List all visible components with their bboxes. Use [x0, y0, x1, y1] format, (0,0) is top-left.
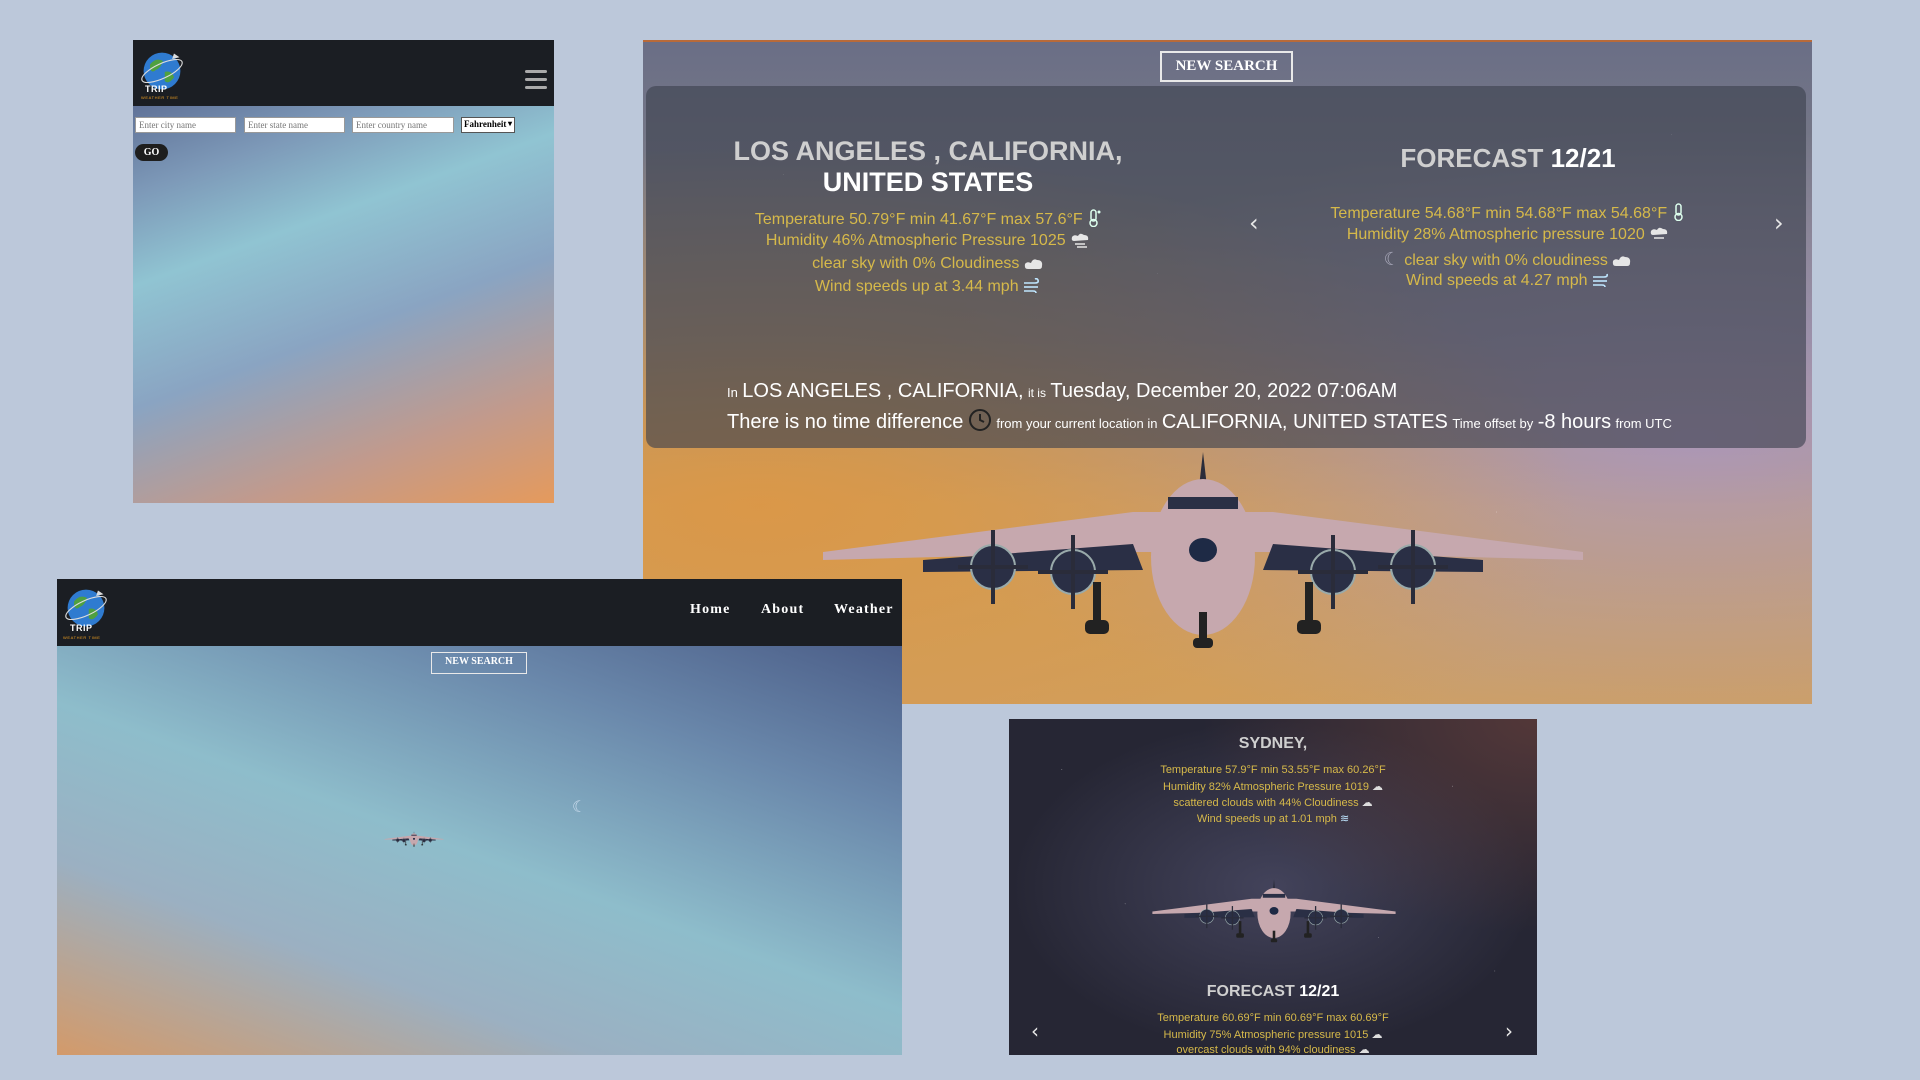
unit-select[interactable]: Fahrenheit ▾ [461, 117, 515, 133]
cloud-icon [1024, 259, 1042, 269]
sydney-forecast-title: FORECAST 12/21 [1009, 983, 1537, 1001]
hamburger-icon[interactable] [525, 70, 547, 89]
forecast-wind: Wind speeds at 4.27 mph [1308, 272, 1708, 290]
forecast-temperature: Temperature 54.68°F min 54.68°F max 54.6… [1308, 203, 1708, 223]
cloud-icon [1613, 256, 1631, 266]
airplane [1146, 869, 1402, 954]
nav-about-link[interactable]: About [761, 602, 804, 618]
forecast-humidity: Humidity 28% Atmospheric pressure 1020 [1308, 226, 1708, 244]
chevron-left-icon[interactable]: ‹ [1249, 209, 1259, 237]
current-wind-text: Wind speeds up at 3.44 mph [814, 278, 1019, 295]
current-temperature: Temperature 50.79°F min 41.67°F max 57.6… [688, 209, 1168, 229]
logo-text: TRIP [145, 84, 168, 94]
state-input[interactable] [244, 117, 345, 133]
forecast-temperature-text: Temperature 54.68°F min 54.68°F max 54.6… [1330, 205, 1668, 222]
current-city-title: LOS ANGELES , CALIFORNIA, UNITED STATES [688, 136, 1168, 198]
cloud-rain-icon [1071, 233, 1089, 248]
chevron-right-icon[interactable]: › [1774, 209, 1784, 237]
forecast-label: FORECAST [1400, 143, 1544, 173]
current-humidity: Humidity 46% Atmospheric Pressure 1025 [688, 232, 1168, 250]
sydney-forecast-sky-text: overcast clouds with 94% cloudiness [1176, 1044, 1356, 1055]
time-location: LOS ANGELES , CALIFORNIA, [742, 380, 1024, 402]
sydney-sky: scattered clouds with 44% Cloudiness ☁ [1009, 796, 1537, 809]
current-sky: clear sky with 0% Cloudiness [688, 255, 1168, 273]
chevron-left-icon[interactable]: ‹ [1031, 1019, 1039, 1043]
city-input[interactable] [135, 117, 236, 133]
from-utc: from UTC [1615, 416, 1672, 431]
logo-subtext: WEATHER TIME [63, 635, 101, 640]
cloud-icon: ☁ [1358, 1044, 1370, 1055]
forecast-title: FORECAST 12/21 [1348, 143, 1668, 174]
logo-subtext: WEATHER TIME [141, 95, 179, 100]
forecast-humidity-text: Humidity 28% Atmospheric pressure 1020 [1346, 226, 1645, 243]
forecast-wind-text: Wind speeds at 4.27 mph [1406, 272, 1588, 289]
sydney-city-title: SYDNEY, [1238, 735, 1308, 752]
it-is: it is [1027, 386, 1046, 400]
current-sky-text: clear sky with 0% Cloudiness [812, 255, 1020, 272]
new-search-button[interactable]: NEW SEARCH [1160, 51, 1293, 82]
airplane [383, 829, 445, 849]
sydney-humidity: Humidity 82% Atmospheric Pressure 1019 ☁ [1009, 780, 1537, 793]
cloud-rain-icon: ☁ [1371, 1029, 1383, 1041]
thermometer-icon [1089, 209, 1101, 228]
desktop-landing-panel: TRIP WEATHER TIME NEW SEARCH ☾ [57, 579, 902, 1055]
nav-weather-link[interactable]: Weather [834, 602, 894, 618]
cloud-icon: ☁ [1361, 797, 1373, 809]
sydney-forecast-sky: overcast clouds with 94% cloudiness ☁ [1009, 1043, 1537, 1055]
sydney-humidity-text: Humidity 82% Atmospheric Pressure 1019 [1162, 781, 1369, 793]
moon-icon: ☾ [572, 799, 587, 816]
sydney-forecast-humidity: Humidity 75% Atmospheric pressure 1015 ☁ [1009, 1028, 1537, 1041]
in-word: In [727, 385, 738, 400]
sydney-temperature: Temperature 57.9°F min 53.55°F max 60.26… [1160, 764, 1386, 776]
sydney-forecast-humidity-text: Humidity 75% Atmospheric pressure 1015 [1163, 1029, 1369, 1041]
airplane [803, 422, 1603, 682]
sydney-forecast-date: 12/21 [1299, 983, 1340, 1000]
forecast-sky: ☾ clear sky with 0% cloudiness [1308, 249, 1708, 270]
wind-icon [1024, 277, 1040, 294]
chevron-right-icon[interactable]: › [1505, 1019, 1513, 1043]
sydney-forecast-temperature: Temperature 60.69°F min 60.69°F max 60.6… [1157, 1012, 1389, 1024]
forecast-sky-text: clear sky with 0% cloudiness [1404, 252, 1608, 269]
sydney-sky-text: scattered clouds with 44% Cloudiness [1173, 797, 1359, 809]
mobile-navbar: TRIP WEATHER TIME [133, 40, 554, 106]
unit-select-value: Fahrenheit [464, 119, 507, 129]
nav-home-link[interactable]: Home [690, 602, 731, 618]
moon-icon: ☾ [1383, 249, 1400, 269]
sydney-wind-text: Wind speeds up at 1.01 mph [1196, 813, 1337, 825]
time-line-1: In LOS ANGELES , CALIFORNIA, it is Tuesd… [727, 380, 1397, 403]
thermometer-icon [1673, 203, 1683, 222]
cloud-rain-icon [1650, 227, 1668, 239]
forecast-date: 12/21 [1550, 143, 1616, 173]
sydney-forecast-label: FORECAST [1206, 983, 1295, 1000]
cloud-rain-icon: ☁ [1372, 781, 1384, 793]
logo-text: TRIP [70, 623, 93, 633]
sydney-wind: Wind speeds up at 1.01 mph ≋ [1009, 812, 1537, 825]
sydney-weather-panel: SYDNEY, Temperature 57.9°F min 53.55°F m… [1009, 719, 1537, 1055]
country-line: UNITED STATES [822, 167, 1034, 197]
country-input[interactable] [352, 117, 454, 133]
current-wind: Wind speeds up at 3.44 mph [688, 277, 1168, 296]
current-temperature-text: Temperature 50.79°F min 41.67°F max 57.6… [754, 211, 1083, 228]
city-line: LOS ANGELES , CALIFORNIA, [733, 136, 1123, 166]
current-humidity-text: Humidity 46% Atmospheric Pressure 1025 [765, 232, 1066, 249]
wind-icon [1592, 273, 1608, 288]
chevron-down-icon: ▾ [507, 119, 512, 128]
mobile-search-panel: TRIP WEATHER TIME [133, 40, 554, 503]
datetime: Tuesday, December 20, 2022 07:06AM [1050, 380, 1398, 402]
new-search-button[interactable]: NEW SEARCH [431, 652, 527, 674]
wind-icon: ≋ [1339, 813, 1350, 825]
go-button[interactable]: GO [135, 144, 168, 161]
